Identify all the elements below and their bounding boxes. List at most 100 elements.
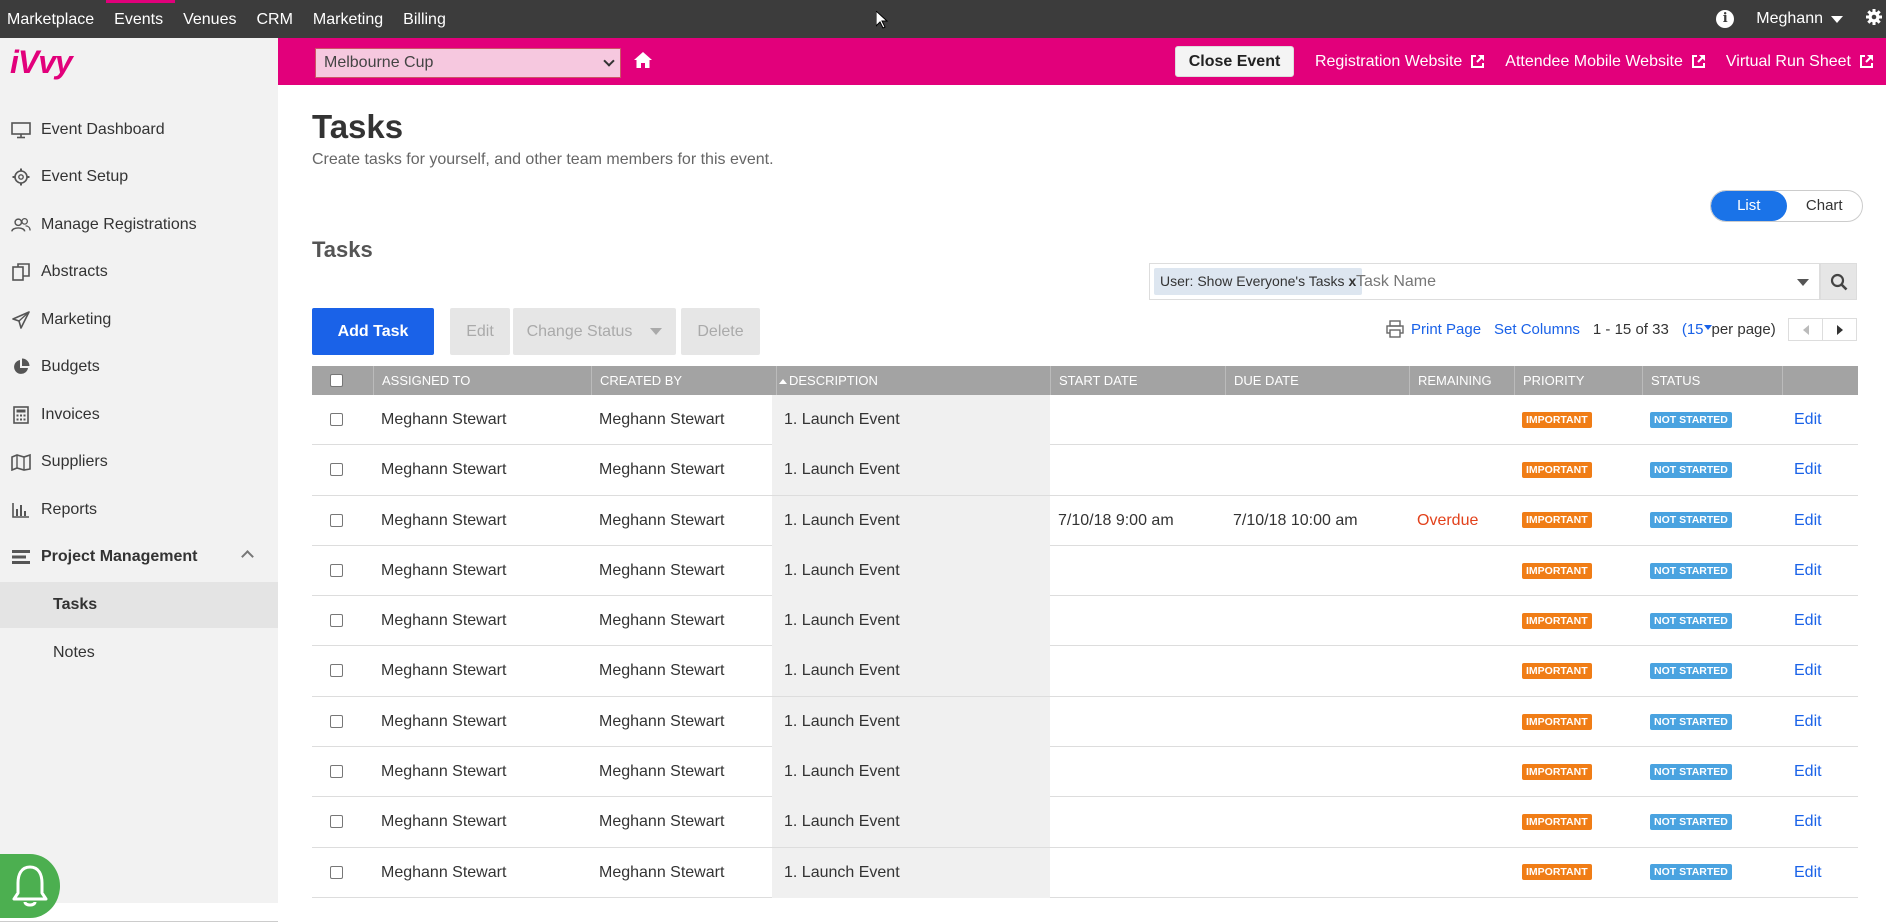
sidebar-item-manage-registrations[interactable]: Manage Registrations <box>0 203 278 247</box>
virtual-run-sheet-link[interactable]: Virtual Run Sheet <box>1726 53 1874 71</box>
sidebar-item-abstracts[interactable]: Abstracts <box>0 250 278 294</box>
print-page-link[interactable]: Print Page <box>1411 321 1481 338</box>
user-menu-caret-icon[interactable] <box>1831 15 1843 23</box>
row-checkbox[interactable] <box>330 815 343 829</box>
delete-button[interactable]: Delete <box>681 308 760 355</box>
per-page-caret-icon[interactable] <box>1703 324 1712 330</box>
sidebar-item-budgets[interactable]: Budgets <box>0 345 278 389</box>
row-checkbox[interactable] <box>330 563 343 577</box>
sidebar-item-project-management[interactable]: Project Management <box>0 535 278 579</box>
row-edit-link[interactable]: Edit <box>1794 461 1822 478</box>
table-row[interactable]: Meghann Stewart Meghann Stewart 1. Launch … <box>312 545 1858 597</box>
cell-created-by: Meghann Stewart <box>599 561 725 579</box>
row-checkbox[interactable] <box>330 413 343 426</box>
view-toggle-list[interactable]: List <box>1711 191 1787 221</box>
row-checkbox[interactable] <box>330 865 343 879</box>
header-priority[interactable]: PRIORITY <box>1514 366 1642 395</box>
nav-marketplace[interactable]: Marketplace <box>0 0 106 38</box>
row-checkbox[interactable] <box>330 614 343 628</box>
row-checkbox[interactable] <box>330 463 343 477</box>
cell-status: NOT STARTED <box>1642 596 1782 646</box>
change-status-button[interactable]: Change Status <box>513 308 676 355</box>
header-start-date[interactable]: START DATE <box>1050 366 1225 395</box>
cell-priority: IMPORTANT <box>1514 697 1642 747</box>
set-columns-link[interactable]: Set Columns <box>1494 321 1580 338</box>
nav-billing[interactable]: Billing <box>395 0 458 38</box>
sidebar-subitem-tasks[interactable]: Tasks <box>0 582 278 628</box>
cell-start-date <box>1050 546 1225 596</box>
sidebar-item-suppliers[interactable]: Suppliers <box>0 440 278 484</box>
printer-icon[interactable] <box>1386 320 1404 338</box>
nav-marketing[interactable]: Marketing <box>305 0 395 38</box>
table-row[interactable]: Meghann Stewart Meghann Stewart 1. Launch … <box>312 646 1858 697</box>
cell-description: 1. Launch Event <box>772 395 1050 445</box>
row-checkbox[interactable] <box>330 513 343 527</box>
nav-events[interactable]: Events <box>106 0 176 38</box>
user-menu[interactable]: Meghann <box>1756 10 1823 28</box>
view-toggle-chart[interactable]: Chart <box>1787 191 1863 221</box>
cell-status: NOT STARTED <box>1642 797 1782 847</box>
home-icon[interactable] <box>633 51 653 69</box>
chevron-up-icon[interactable] <box>241 550 254 563</box>
table-row[interactable]: Meghann Stewart Meghann Stewart 1. Launch … <box>312 847 1858 898</box>
row-select-cell <box>312 747 373 797</box>
row-edit-link[interactable]: Edit <box>1794 713 1822 730</box>
table-row[interactable]: Meghann Stewart Meghann Stewart 1. Launch … <box>312 797 1858 848</box>
attendee-mobile-website-link[interactable]: Attendee Mobile Website <box>1505 53 1706 71</box>
nav-venues[interactable]: Venues <box>175 0 248 38</box>
select-all-checkbox[interactable] <box>330 374 343 387</box>
registration-website-link[interactable]: Registration Website <box>1315 53 1485 71</box>
row-edit-link[interactable]: Edit <box>1794 512 1822 529</box>
header-due-date[interactable]: DUE DATE <box>1225 366 1409 395</box>
edit-button[interactable]: Edit <box>450 308 510 355</box>
priority-badge: IMPORTANT <box>1522 663 1592 680</box>
sidebar-item-event-setup[interactable]: Event Setup <box>0 155 278 199</box>
row-edit-link[interactable]: Edit <box>1794 662 1822 679</box>
next-page-button[interactable] <box>1822 319 1856 340</box>
sidebar-item-invoices[interactable]: Invoices <box>0 393 278 437</box>
header-status[interactable]: STATUS <box>1642 366 1782 395</box>
header-description[interactable]: DESCRIPTION <box>776 366 1050 395</box>
search-button[interactable] <box>1820 263 1857 300</box>
notification-bell-icon[interactable] <box>0 854 60 918</box>
row-checkbox[interactable] <box>330 664 343 678</box>
table-row[interactable]: Meghann Stewart Meghann Stewart 1. Launch … <box>312 747 1858 798</box>
per-page-select[interactable]: 15 <box>1687 321 1704 338</box>
row-edit-link[interactable]: Edit <box>1794 864 1822 881</box>
add-task-button[interactable]: Add Task <box>312 308 434 355</box>
close-event-button[interactable]: Close Event <box>1175 46 1294 77</box>
header-remaining[interactable]: REMAINING <box>1409 366 1514 395</box>
sidebar-item-event-dashboard[interactable]: Event Dashboard <box>0 108 278 152</box>
filter-dropdown-caret-icon[interactable] <box>1797 279 1809 286</box>
cell-assigned-to: Meghann Stewart <box>381 763 507 781</box>
row-checkbox[interactable] <box>330 714 343 728</box>
sidebar-item-label: Reports <box>41 501 98 518</box>
previous-page-button[interactable] <box>1789 319 1822 340</box>
row-edit-link[interactable]: Edit <box>1794 562 1822 579</box>
nav-crm[interactable]: CRM <box>248 0 304 38</box>
row-edit-link[interactable]: Edit <box>1794 411 1822 428</box>
event-selector[interactable]: Melbourne Cup <box>315 48 621 78</box>
ivvy-logo[interactable]: iVvy <box>10 44 73 81</box>
row-edit-link[interactable]: Edit <box>1794 612 1822 629</box>
row-checkbox[interactable] <box>330 765 343 779</box>
task-filter[interactable]: User: Show Everyone's Tasks x Task Name <box>1149 263 1820 300</box>
sidebar-item-marketing[interactable]: Marketing <box>0 298 278 342</box>
settings-gear-icon[interactable] <box>1865 8 1883 31</box>
header-created-by[interactable]: CREATED BY <box>591 366 776 395</box>
table-row[interactable]: Meghann Stewart Meghann Stewart 1. Launch … <box>312 596 1858 647</box>
table-row[interactable]: Meghann Stewart Meghann Stewart 1. Launch … <box>312 696 1858 748</box>
row-edit-link[interactable]: Edit <box>1794 763 1822 780</box>
sidebar-item-reports[interactable]: Reports <box>0 488 278 532</box>
table-row[interactable]: Meghann Stewart Meghann Stewart 1. Launch … <box>312 495 1858 546</box>
header-assigned-to[interactable]: ASSIGNED TO <box>373 366 591 395</box>
sidebar-item-label: Manage Registrations <box>41 216 197 233</box>
sidebar-subitem-notes[interactable]: Notes <box>0 630 278 676</box>
info-icon[interactable]: i <box>1716 10 1735 28</box>
paper-plane-icon <box>11 311 31 329</box>
task-name-input[interactable]: Task Name <box>1356 264 1436 299</box>
table-row[interactable]: Meghann Stewart Meghann Stewart 1. Launch … <box>312 395 1858 446</box>
table-row[interactable]: Meghann Stewart Meghann Stewart 1. Launch … <box>312 445 1858 496</box>
row-edit-link[interactable]: Edit <box>1794 813 1822 830</box>
cell-actions: Edit <box>1782 596 1858 646</box>
